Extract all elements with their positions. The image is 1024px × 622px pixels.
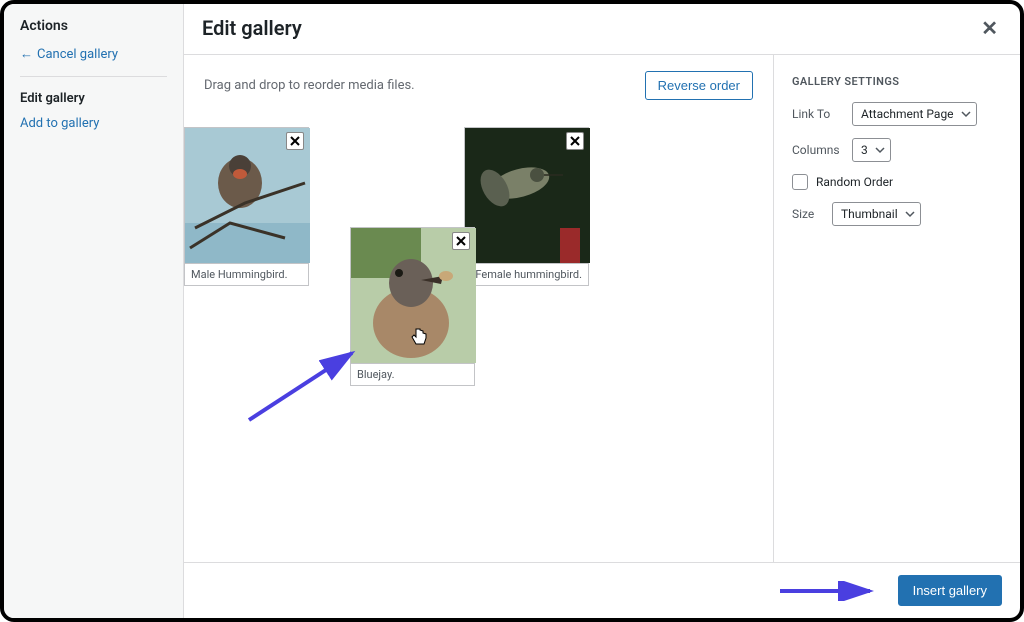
chevron-down-icon [905, 209, 915, 219]
gallery-item[interactable]: Male Hummingbird. [184, 127, 309, 286]
link-to-value: Attachment Page [861, 107, 954, 121]
modal-header: Edit gallery ✕ [184, 4, 1020, 55]
columns-value: 3 [861, 143, 868, 157]
content-row: Actions Cancel gallery Edit gallery Add … [4, 4, 1020, 618]
gallery-settings-panel: GALLERY SETTINGS Link To Attachment Page… [773, 55, 1020, 562]
page-title: Edit gallery [202, 16, 302, 40]
size-select[interactable]: Thumbnail [832, 202, 921, 226]
actions-heading: Actions [20, 18, 167, 34]
add-to-gallery-link[interactable]: Add to gallery [20, 116, 167, 131]
size-label: Size [792, 207, 822, 221]
gallery-item[interactable]: Female hummingbird. [464, 127, 589, 286]
gallery-item-dragging[interactable]: Bluejay. [350, 227, 475, 386]
canvas-toolbar: Drag and drop to reorder media files. Re… [204, 71, 753, 100]
link-to-label: Link To [792, 107, 842, 121]
remove-item-button[interactable] [452, 232, 470, 250]
link-to-select[interactable]: Attachment Page [852, 102, 977, 126]
size-row: Size Thumbnail [792, 202, 1002, 226]
media-modal: Actions Cancel gallery Edit gallery Add … [0, 0, 1024, 622]
main-panel: Edit gallery ✕ Drag and drop to reorder … [184, 4, 1020, 618]
gallery-caption[interactable]: Bluejay. [351, 363, 474, 385]
chevron-down-icon [875, 145, 885, 155]
cancel-gallery-link[interactable]: Cancel gallery [20, 46, 167, 62]
reverse-order-button[interactable]: Reverse order [645, 71, 753, 100]
cursor-icon [411, 328, 427, 346]
edit-gallery-section[interactable]: Edit gallery [20, 91, 167, 106]
random-order-checkbox[interactable]: Random Order [792, 174, 1002, 190]
random-order-label: Random Order [816, 175, 893, 189]
columns-select[interactable]: 3 [852, 138, 891, 162]
size-value: Thumbnail [841, 207, 898, 221]
gallery-thumb [465, 128, 588, 263]
columns-label: Columns [792, 143, 842, 157]
gallery-thumb [351, 228, 474, 363]
close-button[interactable]: ✕ [977, 14, 1002, 42]
annotation-arrow-icon [244, 345, 364, 425]
gallery-canvas[interactable]: Drag and drop to reorder media files. Re… [184, 55, 773, 562]
gallery-caption[interactable]: Female hummingbird. [465, 263, 588, 285]
columns-row: Columns 3 [792, 138, 1002, 162]
gallery-caption[interactable]: Male Hummingbird. [185, 263, 308, 285]
annotation-arrow-icon [778, 581, 878, 601]
gallery-thumb [185, 128, 308, 263]
chevron-down-icon [961, 109, 971, 119]
modal-footer: Insert gallery [184, 562, 1020, 618]
sidebar: Actions Cancel gallery Edit gallery Add … [4, 4, 184, 618]
remove-item-button[interactable] [286, 132, 304, 150]
insert-gallery-button[interactable]: Insert gallery [898, 575, 1002, 606]
link-to-row: Link To Attachment Page [792, 102, 1002, 126]
modal-body: Drag and drop to reorder media files. Re… [184, 55, 1020, 562]
sidebar-divider [20, 76, 167, 77]
remove-item-button[interactable] [566, 132, 584, 150]
reorder-hint: Drag and drop to reorder media files. [204, 78, 415, 93]
random-order-input[interactable] [792, 174, 808, 190]
settings-heading: GALLERY SETTINGS [792, 75, 1002, 88]
